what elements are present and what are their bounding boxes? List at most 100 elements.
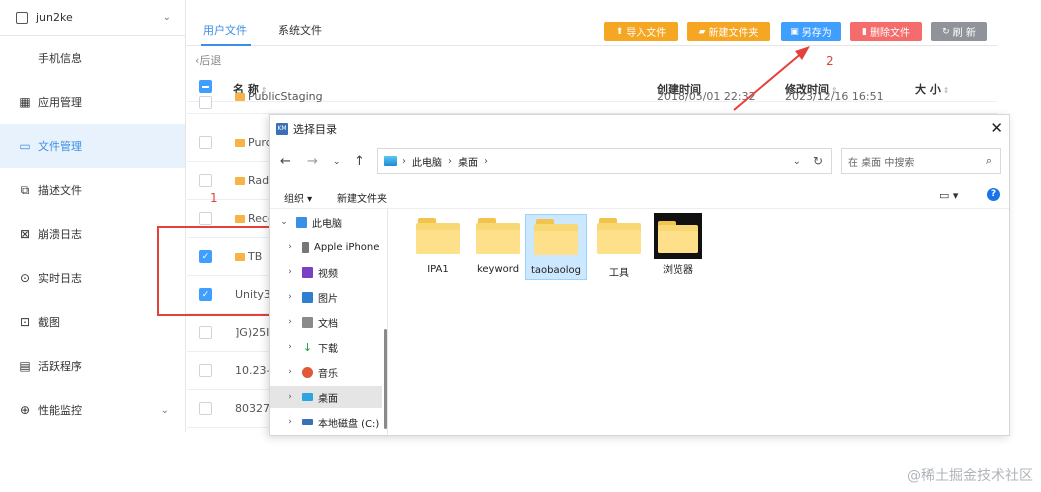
modified-time: 2023/12/16 16:51 bbox=[785, 90, 884, 103]
row-checkbox[interactable] bbox=[199, 136, 212, 149]
up-arrow-icon[interactable]: ↑ bbox=[354, 154, 365, 169]
address-bar[interactable]: › 此电脑 › 桌面 › ⌄ ↻ bbox=[377, 148, 832, 174]
annotation-box bbox=[157, 226, 276, 316]
phone-icon bbox=[302, 241, 309, 253]
sidebar-item-label: 活跃程序 bbox=[38, 360, 82, 373]
view-options-icon[interactable]: ▭ ▾ bbox=[939, 189, 958, 202]
tab-system-files[interactable]: 系统文件 bbox=[278, 22, 322, 38]
help-icon[interactable]: ? bbox=[987, 188, 1000, 201]
tree-item-iphone[interactable]: › Apple iPhone bbox=[270, 236, 382, 258]
app-icon: KM bbox=[276, 123, 288, 135]
tree-arrow: › bbox=[288, 367, 292, 377]
folder-icon bbox=[654, 213, 702, 259]
desktop-icon bbox=[384, 156, 397, 166]
breadcrumb-pc[interactable]: 此电脑 bbox=[412, 154, 442, 169]
tree-item-desktop[interactable]: › 桌面 bbox=[270, 386, 382, 408]
import-file-button[interactable]: ⬆ 导入文件 bbox=[604, 22, 678, 41]
tree-label: 本地磁盘 (C:) bbox=[318, 418, 380, 430]
tree-item-local-disk[interactable]: › 本地磁盘 (C:) bbox=[270, 411, 382, 433]
sidebar-item-app-manage[interactable]: ▦ 应用管理 bbox=[0, 80, 185, 124]
refresh-icon[interactable]: ↻ bbox=[813, 154, 823, 168]
folder-label: 工具 bbox=[609, 268, 629, 279]
back-arrow-icon[interactable]: ← bbox=[280, 154, 291, 169]
video-icon bbox=[302, 266, 313, 278]
navigation-tree: ⌄ 此电脑 › Apple iPhone › 视频 › 图片 › 文档 › ↓ 下载 › 音乐 … bbox=[270, 209, 388, 435]
delete-file-button[interactable]: ▮ 删除文件 bbox=[850, 22, 922, 41]
music-icon bbox=[302, 366, 313, 378]
search-input[interactable]: 在 桌面 中搜索 ⌕ bbox=[841, 148, 1001, 174]
chevron-right-icon: › bbox=[484, 155, 488, 167]
refresh-button[interactable]: ↻ 刷 新 bbox=[931, 22, 987, 41]
folder-item[interactable]: 浏览器 bbox=[647, 213, 709, 280]
file-name: Purc bbox=[235, 136, 272, 149]
table-row[interactable]: PublicStaging 2018/05/01 22:32 2023/12/1… bbox=[187, 88, 997, 114]
tree-label: 文档 bbox=[318, 318, 338, 330]
row-checkbox[interactable] bbox=[199, 212, 212, 225]
new-folder-button[interactable]: ▰ 新建文件夹 bbox=[687, 22, 770, 41]
new-folder-button[interactable]: 新建文件夹 bbox=[337, 190, 387, 205]
pc-icon bbox=[296, 216, 307, 228]
sidebar-item-phone-info[interactable]: 手机信息 bbox=[0, 36, 185, 80]
back-button[interactable]: ‹后退 bbox=[195, 52, 221, 68]
row-checkbox[interactable] bbox=[199, 326, 212, 339]
search-placeholder: 在 桌面 中搜索 bbox=[848, 157, 915, 169]
sidebar-item-label: 截图 bbox=[38, 316, 60, 329]
sidebar-item-label: 实时日志 bbox=[38, 272, 82, 285]
desktop-icon bbox=[302, 393, 313, 401]
tree-label: Apple iPhone bbox=[314, 241, 380, 253]
picture-icon bbox=[302, 291, 313, 303]
chevron-down-icon[interactable]: ⌄ bbox=[793, 156, 801, 167]
button-label: 另存为 bbox=[801, 28, 832, 39]
recent-dropdown-icon[interactable]: ⌄ bbox=[333, 157, 341, 167]
created-time: 2018/05/01 22:32 bbox=[657, 90, 756, 103]
annotation-label-2: 2 bbox=[826, 54, 834, 68]
row-checkbox[interactable] bbox=[199, 174, 212, 187]
folder-icon bbox=[597, 218, 641, 254]
download-icon: ↓ bbox=[302, 340, 313, 354]
tree-scrollbar[interactable] bbox=[384, 329, 387, 429]
folder-icon bbox=[476, 218, 520, 254]
row-checkbox[interactable] bbox=[199, 364, 212, 377]
tree-arrow: › bbox=[288, 242, 292, 252]
sidebar-item-profile[interactable]: ⧉ 描述文件 bbox=[0, 168, 185, 212]
tree-item-documents[interactable]: › 文档 bbox=[270, 311, 382, 333]
sidebar-item-performance[interactable]: ⊕ 性能监控 ⌄ bbox=[0, 388, 185, 432]
folder-item[interactable]: 工具 bbox=[588, 214, 650, 280]
row-checkbox[interactable] bbox=[199, 402, 212, 415]
device-select[interactable]: jun2ke ⌄ bbox=[0, 0, 185, 36]
button-label: 删除文件 bbox=[869, 28, 910, 39]
tree-item-downloads[interactable]: › ↓ 下载 bbox=[270, 336, 382, 358]
organize-menu[interactable]: 组织 ▾ bbox=[284, 190, 312, 205]
tree-item-pc[interactable]: ⌄ 此电脑 bbox=[270, 211, 382, 233]
tab-user-files[interactable]: 用户文件 bbox=[203, 22, 247, 38]
realtime-log-icon: ⊙ bbox=[19, 271, 31, 285]
breadcrumb-desktop[interactable]: 桌面 bbox=[458, 154, 478, 169]
button-label: 刷 新 bbox=[952, 28, 976, 39]
tree-item-videos[interactable]: › 视频 bbox=[270, 261, 382, 283]
forward-arrow-icon[interactable]: → bbox=[307, 154, 318, 169]
screenshot-icon: ⊡ bbox=[19, 315, 31, 329]
watermark: @稀土掘金技术社区 bbox=[907, 468, 1033, 484]
refresh-icon: ↻ bbox=[942, 26, 950, 37]
folder-icon bbox=[235, 139, 245, 147]
folder-plus-icon: ▰ bbox=[698, 26, 706, 37]
back-label: 后退 bbox=[199, 54, 222, 67]
folder-item[interactable]: keyword bbox=[467, 214, 529, 280]
chevron-right-icon: › bbox=[402, 155, 406, 167]
save-as-button[interactable]: ▣ 另存为 bbox=[781, 22, 841, 41]
sidebar-item-label: 性能监控 bbox=[38, 404, 82, 417]
close-icon[interactable]: ✕ bbox=[990, 119, 1003, 137]
tree-item-pictures[interactable]: › 图片 bbox=[270, 286, 382, 308]
sidebar-item-file-manage[interactable]: ▭ 文件管理 bbox=[0, 124, 185, 168]
row-checkbox[interactable] bbox=[199, 96, 212, 109]
folder-item-selected[interactable]: taobaolog bbox=[525, 214, 587, 280]
folder-item[interactable]: IPA1 bbox=[407, 214, 469, 280]
sidebar-item-active-apps[interactable]: ▤ 活跃程序 bbox=[0, 344, 185, 388]
file-name: PublicStaging bbox=[235, 90, 323, 103]
save-icon: ▣ bbox=[790, 26, 799, 37]
folder-icon bbox=[235, 93, 245, 101]
tree-item-music[interactable]: › 音乐 bbox=[270, 361, 382, 383]
import-icon: ⬆ bbox=[615, 26, 624, 37]
folder-label: taobaolog bbox=[530, 265, 581, 276]
sidebar: jun2ke ⌄ 手机信息 ▦ 应用管理 ▭ 文件管理 ⧉ 描述文件 ⊠ 崩溃日志 ⊙ 实… bbox=[0, 0, 186, 432]
